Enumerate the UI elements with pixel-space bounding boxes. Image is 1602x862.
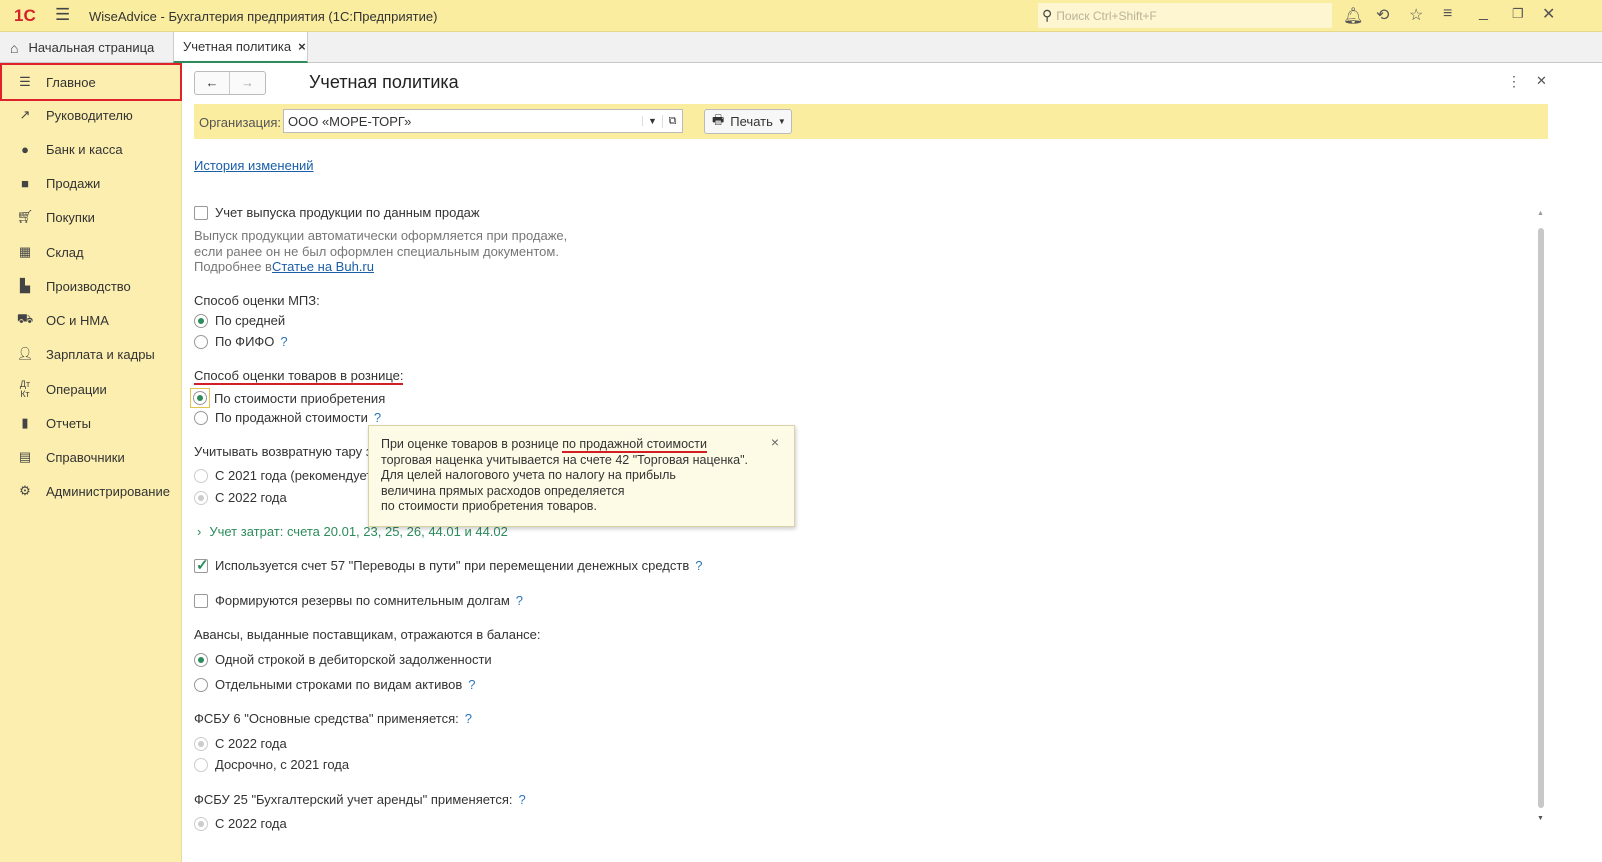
fsbu6-2022-radio[interactable] <box>194 736 208 751</box>
sidebar-item-assets[interactable]: ⛟ ОС и НМА <box>0 303 182 337</box>
window-title: WiseAdvice - Бухгалтерия предприятия (1С… <box>89 9 438 24</box>
title-bar: 1С ☰ WiseAdvice - Бухгалтерия предприяти… <box>0 0 1602 32</box>
search-input[interactable]: ⚲ Поиск Ctrl+Shift+F <box>1038 3 1332 28</box>
help-icon[interactable]: ? <box>519 792 526 807</box>
fsbu25-label: ФСБУ 25 "Бухгалтерский учет аренды" прим… <box>194 792 513 807</box>
home-icon: ⌂ <box>10 39 19 56</box>
page-title: Учетная политика <box>309 72 459 92</box>
sidebar: ☰ Главное ↗ Руководителю ● Банк и касса ■ Пр… <box>0 63 182 862</box>
sidebar-item-warehouse[interactable]: ▦ Склад <box>0 235 182 269</box>
fsbu6-label: ФСБУ 6 "Основные средства" применяется: <box>194 711 459 726</box>
help-icon[interactable]: ? <box>695 558 702 573</box>
search-icon: ⚲ <box>1042 7 1053 23</box>
grid-icon: ▦ <box>18 244 32 259</box>
main-menu-icon[interactable]: ☰ <box>55 5 70 25</box>
chart-icon: ▮ <box>21 415 29 430</box>
factory-icon: ▙ <box>20 278 30 293</box>
help-icon[interactable]: ? <box>516 593 523 608</box>
open-icon[interactable]: ⧉ <box>662 114 682 128</box>
printer-icon: 🖶 <box>712 111 725 127</box>
close-tooltip-icon[interactable]: × <box>771 434 779 451</box>
retail-cost-radio[interactable] <box>193 391 207 405</box>
print-button[interactable]: 🖶 Печать ▼ <box>704 109 792 134</box>
help-tooltip: При оценке товаров в рознице по продажно… <box>368 425 795 527</box>
help-icon[interactable]: ? <box>465 711 472 726</box>
scrollbar-thumb[interactable] <box>1538 228 1544 808</box>
more-icon[interactable]: ⋮ <box>1507 73 1521 90</box>
release-hint: Выпуск продукции автоматически оформляет… <box>194 228 568 243</box>
help-icon[interactable]: ? <box>374 410 381 425</box>
close-window-icon[interactable]: ✕ <box>1542 4 1555 24</box>
organization-field[interactable]: ООО «МОРЕ-ТОРГ» ▼ ⧉ <box>283 109 683 133</box>
sidebar-item-references[interactable]: ▤ Справочники <box>0 440 182 474</box>
app-logo: 1С <box>14 6 36 25</box>
release-checkbox[interactable] <box>194 205 208 220</box>
org-panel: Организация: ООО «МОРЕ-ТОРГ» ▼ ⧉ 🖶 Печат… <box>194 104 1548 139</box>
forward-button[interactable]: → <box>230 72 265 94</box>
book-icon: ▤ <box>18 449 32 464</box>
sidebar-item-admin[interactable]: ⚙ Администрирование <box>0 474 182 508</box>
retail-sale-radio[interactable] <box>194 410 208 425</box>
sidebar-item-reports[interactable]: ▮ Отчеты <box>0 406 182 440</box>
chevron-down-icon: ▼ <box>777 117 786 126</box>
sidebar-item-main[interactable]: ☰ Главное <box>0 63 182 101</box>
tara-label: Учитывать возвратную тару за <box>194 444 379 459</box>
cart-icon: 🛒︎ <box>16 209 34 224</box>
history-link[interactable]: История изменений <box>194 158 314 173</box>
tab-accounting-policy[interactable]: Учетная политика × <box>173 32 308 63</box>
scrollbar[interactable]: ▲ ▼ <box>1536 210 1546 830</box>
back-button[interactable]: ← <box>195 72 231 94</box>
restore-icon[interactable]: ❐ <box>1512 6 1524 22</box>
tab-home[interactable]: ⌂ Начальная страница <box>10 32 170 63</box>
bell-icon[interactable]: 🔔︎ <box>1343 6 1363 26</box>
acc57-checkbox[interactable]: ✓ <box>194 557 209 574</box>
fsbu6-2021-radio[interactable] <box>194 757 208 772</box>
reserve-checkbox[interactable] <box>194 593 208 608</box>
bag-icon: ■ <box>21 175 29 191</box>
menu-icon: ☰ <box>19 74 31 89</box>
tara-2022-radio[interactable] <box>194 490 208 505</box>
adv-separate-radio[interactable] <box>194 677 208 692</box>
trend-icon: ↗ <box>19 107 31 122</box>
coin-icon: ● <box>21 141 29 157</box>
star-icon[interactable]: ☆ <box>1409 5 1423 25</box>
tab-bar: ⌂ Начальная страница Учетная политика × <box>0 32 1602 63</box>
fsbu25-2022-radio[interactable] <box>194 816 208 831</box>
sidebar-item-purchases[interactable]: 🛒︎ Покупки <box>0 200 182 234</box>
tooltip-highlight: по продажной стоимости <box>562 437 707 453</box>
chevron-right-icon: › <box>197 524 202 539</box>
retail-label: Способ оценки товаров в рознице: <box>194 368 404 385</box>
operations-icon: Дт Кт <box>19 379 31 399</box>
advances-label: Авансы, выданные поставщикам, отражаются… <box>194 627 541 642</box>
person-icon: 👤︎ <box>16 346 34 361</box>
close-tab-icon[interactable]: × <box>298 39 306 54</box>
minimize-icon[interactable]: _ <box>1479 4 1488 22</box>
truck-icon: ⛟ <box>16 311 34 326</box>
sidebar-item-bank[interactable]: ● Банк и касса <box>0 132 182 166</box>
history-icon[interactable]: ⟲ <box>1376 5 1389 25</box>
adv-single-radio[interactable] <box>194 652 208 667</box>
sidebar-item-manager[interactable]: ↗ Руководителю <box>0 98 182 132</box>
sidebar-item-production[interactable]: ▙ Производство <box>0 269 182 303</box>
close-form-icon[interactable]: ✕ <box>1536 73 1547 89</box>
help-icon[interactable]: ? <box>468 677 475 692</box>
settings-menu-icon[interactable]: ≡ <box>1443 5 1452 23</box>
release-hint: если ранее он не был оформлен специальны… <box>194 244 559 259</box>
nav-buttons: ← → <box>194 71 266 95</box>
buh-article-link[interactable]: Статье на Buh.ru <box>272 259 374 274</box>
sidebar-item-sales[interactable]: ■ Продажи <box>0 166 182 200</box>
tara-2021-radio[interactable] <box>194 468 208 483</box>
mpz-average-radio[interactable] <box>194 313 208 328</box>
mpz-label: Способ оценки МПЗ: <box>194 293 320 308</box>
help-icon[interactable]: ? <box>280 334 287 349</box>
sidebar-item-salary[interactable]: 👤︎ Зарплата и кадры <box>0 337 182 371</box>
mpz-fifo-radio[interactable] <box>194 334 208 349</box>
gear-icon: ⚙ <box>19 483 31 498</box>
sidebar-item-operations[interactable]: Дт Кт Операции <box>0 372 182 406</box>
dropdown-icon[interactable]: ▼ <box>642 116 662 126</box>
